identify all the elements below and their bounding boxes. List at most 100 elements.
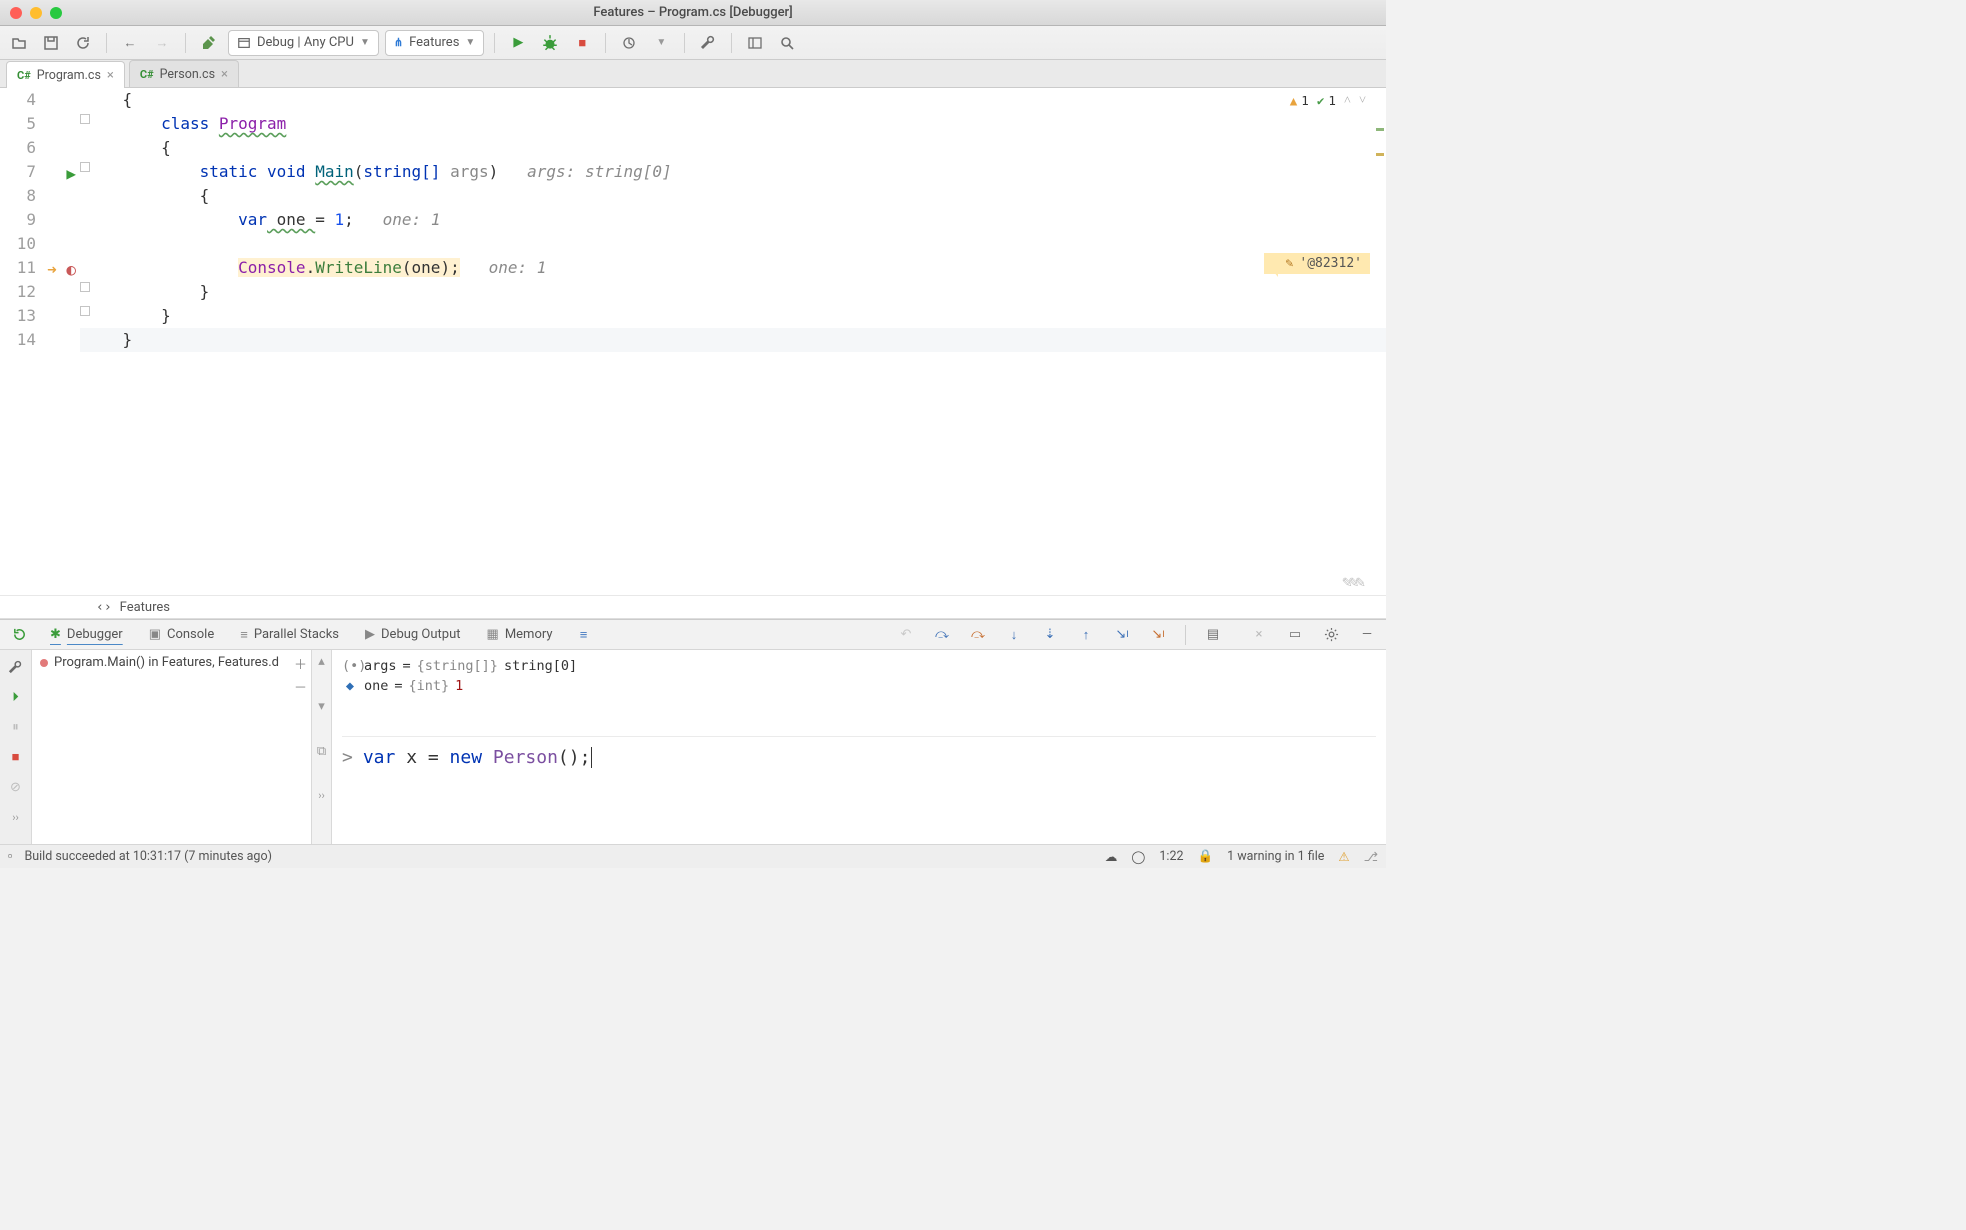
debugger-sidebar: ⏵ ⏸ ■ ⊘ ››: [0, 650, 32, 844]
sync-icon[interactable]: ◯: [1131, 849, 1145, 865]
chevron-down-icon[interactable]: ▼: [648, 30, 674, 56]
status-warnings[interactable]: 1 warning in 1 file: [1227, 849, 1324, 864]
rerun-icon[interactable]: [6, 622, 32, 648]
warning-badge-icon[interactable]: ⚠: [1338, 849, 1349, 865]
resume-icon[interactable]: ⏵: [7, 688, 25, 706]
separator: [106, 33, 107, 53]
line-number: 9: [0, 208, 36, 232]
breadcrumb-bar[interactable]: ‹› Features: [0, 595, 1386, 619]
line-number: 7▶: [0, 160, 36, 184]
bookmark-annotation[interactable]: ✎'@82312': [1264, 253, 1370, 274]
git-branch-icon[interactable]: ⎇: [1364, 849, 1378, 865]
step-over-icon[interactable]: ⤼: [929, 622, 955, 648]
project-selector[interactable]: ⋔ Features ▼: [385, 30, 484, 56]
csharp-file-icon: C#: [17, 69, 31, 82]
chevron-down-icon[interactable]: ˅: [1359, 92, 1366, 108]
console-icon: ▣: [149, 627, 161, 642]
notifications-icon[interactable]: ☁: [1105, 849, 1118, 865]
remove-icon[interactable]: －: [294, 677, 307, 696]
run-config-label: Debug | Any CPU: [257, 35, 354, 50]
tab-label: Program.cs: [37, 68, 101, 83]
tab-memory[interactable]: ▦Memory: [479, 623, 561, 646]
forward-icon[interactable]: →: [149, 30, 175, 56]
add-icon[interactable]: ＋: [294, 654, 307, 673]
evaluate-icon[interactable]: ▤: [1200, 622, 1226, 648]
code-content[interactable]: { class Program { static void Main(strin…: [80, 88, 1386, 595]
line-number: 5: [0, 112, 36, 136]
tab-debugger[interactable]: ✱Debugger: [42, 623, 131, 646]
inspection-summary[interactable]: ▲1 ✔1 ˄ ˅: [1290, 92, 1366, 108]
lock-icon[interactable]: 🔒: [1198, 849, 1214, 864]
csharp-file-icon: C#: [140, 68, 154, 81]
search-icon[interactable]: [774, 30, 800, 56]
variable-row[interactable]: ◆ one = {int} 1: [342, 676, 1376, 696]
debug-icon[interactable]: [537, 30, 563, 56]
debugger-panel: ✱Debugger ▣Console ≡Parallel Stacks ▶Deb…: [0, 619, 1386, 844]
tab-debug-output[interactable]: ▶Debug Output: [357, 623, 469, 646]
zoom-window-button[interactable]: [50, 7, 62, 19]
tab-program-cs[interactable]: C# Program.cs ×: [6, 61, 125, 88]
hector-icon[interactable]: ✎✎✎: [1342, 572, 1362, 591]
more-icon[interactable]: ››: [318, 789, 325, 802]
caret-position[interactable]: 1:22: [1159, 849, 1183, 864]
variables-view[interactable]: (•) args = {string[]} string[0] ◆ one = …: [332, 650, 1386, 844]
pause-icon[interactable]: ⏸: [7, 718, 25, 736]
parameter-icon: (•): [342, 658, 358, 674]
save-icon[interactable]: [38, 30, 64, 56]
tab-parallel-stacks[interactable]: ≡Parallel Stacks: [232, 623, 347, 647]
step-over-force-icon[interactable]: ⤼: [965, 622, 991, 648]
close-tab-icon[interactable]: ×: [107, 68, 114, 83]
separator: [605, 33, 606, 53]
profile-icon[interactable]: [616, 30, 642, 56]
run-gutter-icon[interactable]: ▶: [66, 162, 76, 186]
run-to-cursor-icon[interactable]: ↘I: [1109, 622, 1135, 648]
wrench-settings-icon[interactable]: [695, 30, 721, 56]
frames-list[interactable]: Program.Main() in Features, Features.d ＋…: [32, 650, 312, 844]
step-into-icon[interactable]: ↓: [1001, 622, 1027, 648]
stop-icon[interactable]: ■: [7, 748, 25, 766]
repl-prompt: >: [342, 747, 353, 768]
smart-step-into-icon[interactable]: ⇣: [1037, 622, 1063, 648]
tab-console[interactable]: ▣Console: [141, 623, 223, 646]
stack-frame[interactable]: Program.Main() in Features, Features.d: [32, 650, 311, 675]
step-out-icon[interactable]: ↑: [1073, 622, 1099, 648]
hammer-build-icon[interactable]: [196, 30, 222, 56]
scroll-down-icon[interactable]: ▾: [318, 699, 325, 714]
wrench-icon[interactable]: [7, 658, 25, 676]
editor-stripe-marks[interactable]: [1376, 128, 1384, 178]
scroll-up-icon[interactable]: ▴: [318, 654, 325, 669]
force-run-to-cursor-icon[interactable]: ↘I: [1145, 622, 1171, 648]
mute-breakpoints-icon[interactable]: ⊘: [7, 778, 25, 796]
minimize-window-button[interactable]: [30, 7, 42, 19]
close-window-button[interactable]: [10, 7, 22, 19]
open-icon[interactable]: [6, 30, 32, 56]
new-watch-icon[interactable]: ⧉: [317, 744, 326, 759]
more-icon[interactable]: ››: [7, 808, 25, 826]
run-icon[interactable]: ▶: [505, 30, 531, 56]
gear-icon[interactable]: [1318, 622, 1344, 648]
minimize-panel-icon[interactable]: —: [1354, 622, 1380, 648]
step-undo-icon[interactable]: ↶: [893, 622, 919, 648]
refresh-icon[interactable]: [70, 30, 96, 56]
stripe-mark[interactable]: [1376, 128, 1384, 131]
back-icon[interactable]: ←: [117, 30, 143, 56]
run-config-selector[interactable]: Debug | Any CPU ▼: [228, 30, 379, 56]
chevron-up-icon[interactable]: ˄: [1344, 92, 1351, 108]
code-editor[interactable]: 4 5 6 7▶ 8 9 10 11➜ ◐ 12 13 14 { class P…: [0, 88, 1386, 595]
stop-icon[interactable]: ■: [569, 30, 595, 56]
tool-window-toggle-icon[interactable]: ▫: [8, 849, 12, 864]
close-panel-icon[interactable]: ×: [1246, 622, 1272, 648]
line-gutter[interactable]: 4 5 6 7▶ 8 9 10 11➜ ◐ 12 13 14: [0, 88, 80, 595]
line-number: 14: [0, 328, 36, 352]
tab-person-cs[interactable]: C# Person.cs ×: [129, 60, 239, 87]
close-tab-icon[interactable]: ×: [221, 67, 228, 82]
evaluate-expression-input[interactable]: > var x = new Person();: [342, 736, 1376, 768]
stripe-mark[interactable]: [1376, 153, 1384, 156]
separator: [684, 33, 685, 53]
variable-row[interactable]: (•) args = {string[]} string[0]: [342, 656, 1376, 676]
line-number: 13: [0, 304, 36, 328]
layout-icon[interactable]: ▭: [1282, 622, 1308, 648]
breadcrumb-item[interactable]: Features: [120, 600, 170, 615]
threads-icon[interactable]: ≡: [571, 622, 597, 648]
cover-icon[interactable]: [742, 30, 768, 56]
